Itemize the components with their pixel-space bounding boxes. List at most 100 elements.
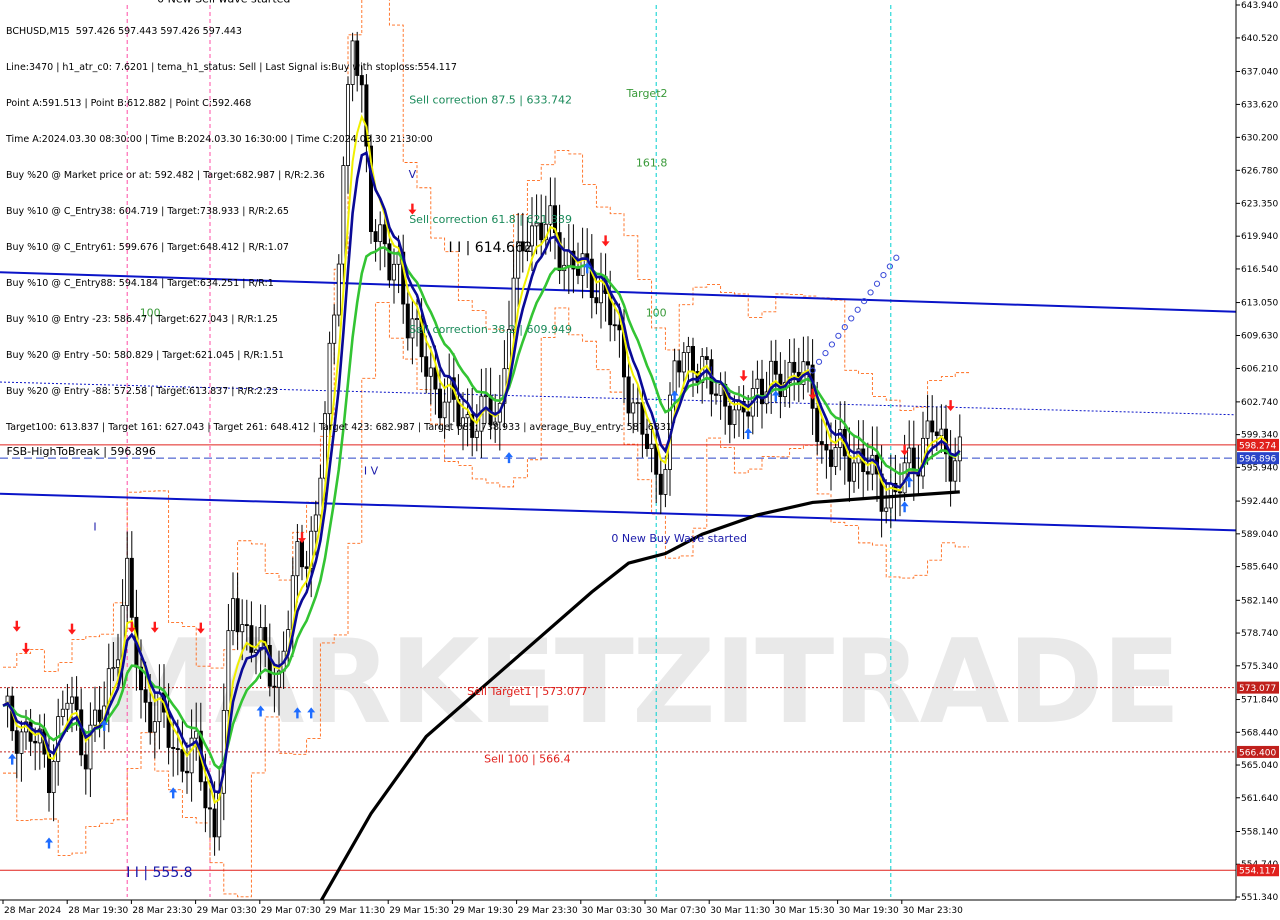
candle-body-44	[203, 781, 208, 809]
candle-body-18	[83, 754, 88, 770]
candle-body-27	[125, 557, 130, 606]
candle-body-51	[235, 598, 240, 633]
candle-body-202	[930, 420, 935, 433]
price-tick-label-23: 565.040	[1241, 761, 1278, 771]
price-label-2: 573.077	[1239, 684, 1276, 694]
price-tick-label-0: 643.940	[1241, 1, 1278, 11]
annotation-10: I V	[364, 465, 379, 478]
time-tick-label-3: 29 Mar 03:30	[197, 906, 257, 916]
annotation-12: I	[93, 520, 96, 533]
candle-body-25	[116, 659, 121, 668]
price-tick-label-21: 571.840	[1241, 696, 1278, 706]
candle-body-38	[175, 748, 180, 751]
candle-body-20	[93, 709, 98, 726]
annotation-16: Sell 100 | 566.4	[484, 753, 571, 766]
candle-body-204	[939, 428, 944, 437]
candle-body-181	[833, 447, 838, 467]
price-tick-label-15: 592.440	[1241, 497, 1278, 507]
time-tick-label-9: 30 Mar 03:30	[582, 906, 642, 916]
price-tick-label-12: 602.740	[1241, 398, 1278, 408]
candle-body-54	[249, 625, 254, 653]
candle-body-45	[207, 807, 212, 810]
candle-body-39	[180, 749, 185, 772]
price-tick-label-17: 585.640	[1241, 563, 1278, 573]
candle-body-201	[925, 420, 930, 439]
candle-body-4	[19, 731, 24, 754]
price-tick-label-3: 633.620	[1241, 100, 1278, 110]
info-line-times: Time A:2024.03.30 08:30:00 | Time B:2024…	[6, 134, 433, 145]
time-tick-label-4: 29 Mar 07:30	[261, 906, 321, 916]
candle-body-28	[129, 557, 134, 618]
info-line-buy-c38: Buy %10 @ C_Entry38: 604.719 | Target:73…	[6, 206, 289, 217]
price-tick-label-8: 616.540	[1241, 265, 1278, 275]
candle-body-144	[663, 469, 668, 495]
candle-body-24	[111, 667, 116, 670]
candle-body-149	[686, 346, 691, 353]
price-tick-label-7: 619.940	[1241, 232, 1278, 242]
price-tick-label-14: 595.940	[1241, 463, 1278, 473]
candle-body-148	[681, 352, 686, 373]
price-tick-label-6: 623.350	[1241, 199, 1278, 209]
candle-body-185	[852, 462, 857, 482]
info-panel: BCHUSD,M15 597.426 597.443 597.426 597.4…	[6, 2, 672, 446]
annotation-14: 0 New Buy Wave started	[611, 532, 747, 545]
candle-body-40	[184, 770, 189, 774]
price-tick-label-5: 626.780	[1241, 166, 1278, 176]
candle-body-53	[244, 624, 249, 627]
price-label-1: 596.896	[1239, 455, 1276, 465]
time-tick-label-8: 29 Mar 23:30	[518, 906, 578, 916]
candle-body-11	[51, 761, 56, 794]
candle-body-59	[272, 685, 277, 688]
candle-body-16	[74, 696, 79, 711]
annotation-17: I I | 555.8	[126, 865, 192, 881]
candle-body-208	[957, 436, 962, 462]
price-tick-label-16: 589.040	[1241, 530, 1278, 540]
annotation-13: FSB-HighToBreak | 596.896	[7, 445, 156, 458]
candle-body-189	[870, 454, 875, 475]
candle-body-178	[819, 441, 824, 445]
candle-body-207	[953, 460, 958, 482]
time-tick-label-0: 28 Mar 2024	[4, 906, 61, 916]
info-line-symbol: BCHUSD,M15 597.426 597.443 597.426 597.4…	[6, 26, 242, 37]
candle-body-7	[33, 740, 38, 744]
candle-body-66	[304, 566, 309, 569]
time-tick-label-13: 30 Mar 19:30	[839, 906, 899, 916]
time-tick-label-14: 30 Mar 23:30	[903, 906, 963, 916]
time-tick-label-7: 29 Mar 19:30	[453, 906, 513, 916]
price-label-0: 598.274	[1239, 441, 1276, 451]
candle-body-153	[704, 356, 709, 361]
candle-body-33	[152, 721, 157, 733]
candle-body-180	[829, 449, 834, 467]
candle-body-150	[691, 346, 696, 372]
time-tick-label-5: 29 Mar 11:30	[325, 906, 385, 916]
candle-body-31	[143, 689, 148, 703]
candle-body-21	[97, 709, 102, 722]
candle-body-37	[171, 747, 176, 749]
candle-body-46	[212, 808, 217, 838]
price-label-4: 554.117	[1239, 867, 1276, 877]
info-line-targets: Target100: 613.837 | Target 161: 627.043…	[6, 422, 672, 433]
price-tick-label-2: 637.040	[1241, 67, 1278, 77]
watermark-text: MARKETZITRADE	[101, 615, 1179, 750]
candle-body-155	[714, 393, 719, 396]
time-tick-label-1: 28 Mar 19:30	[68, 906, 128, 916]
price-tick-label-24: 561.640	[1241, 794, 1278, 804]
candle-body-203	[934, 431, 939, 437]
candle-body-172	[792, 361, 797, 373]
price-tick-label-1: 640.520	[1241, 34, 1278, 44]
info-line-buy-e50: Buy %20 @ Entry -50: 580.829 | Target:62…	[6, 350, 284, 361]
candle-body-68	[313, 514, 318, 532]
candle-body-65	[299, 541, 304, 568]
candle-body-195	[898, 491, 903, 494]
candle-body-192	[884, 507, 889, 512]
candle-body-3	[14, 730, 19, 754]
candle-body-188	[865, 471, 870, 475]
annotation-11: I	[710, 364, 713, 377]
price-tick-label-25: 558.140	[1241, 827, 1278, 837]
candle-body-13	[60, 708, 65, 718]
candle-body-177	[815, 407, 820, 442]
candle-body-14	[65, 702, 70, 710]
candle-body-179	[824, 444, 829, 451]
annotation-15: Sell Target1 | 573.077	[467, 685, 588, 698]
candle-body-147	[677, 360, 682, 373]
